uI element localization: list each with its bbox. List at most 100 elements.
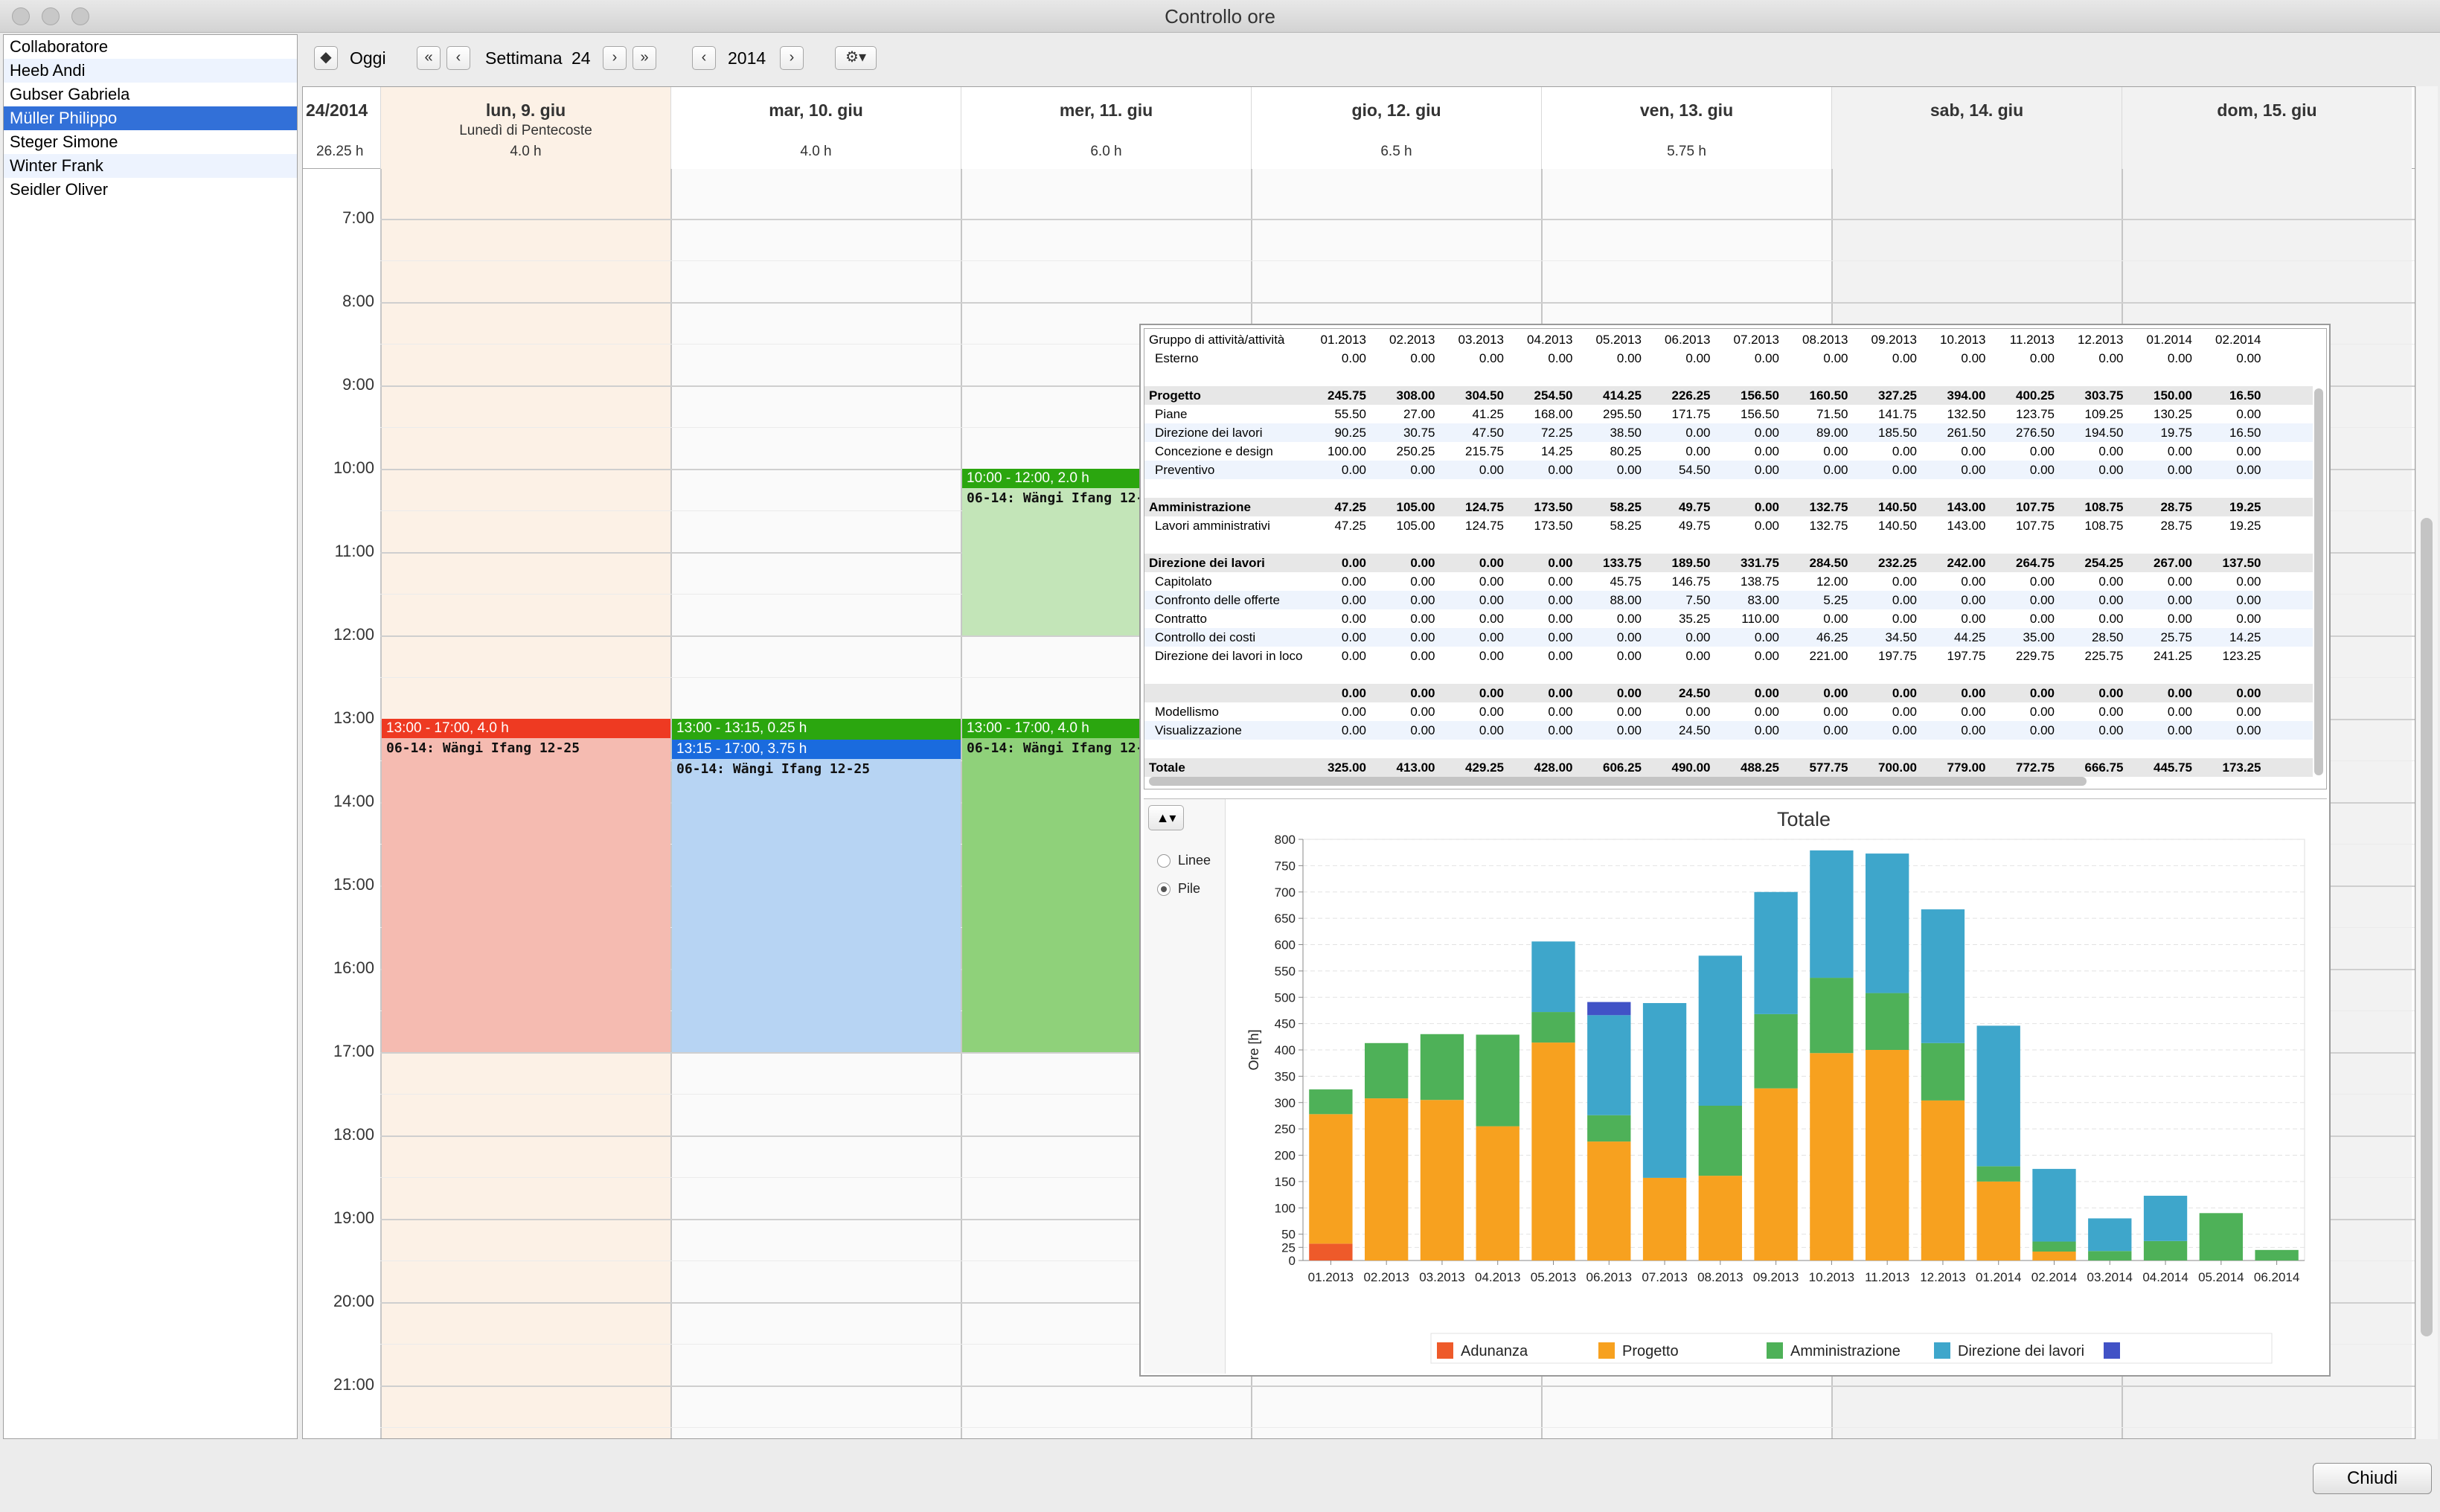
table-row[interactable]: Visualizzazione 0.00 0.00 0.00 0.00 0.00 24.50…: [1144, 721, 2313, 740]
day-header[interactable]: ven, 13. giu 5.75 h: [1541, 87, 1831, 169]
prev-year-button[interactable]: ‹: [692, 46, 716, 70]
table-row[interactable]: Direzione dei lavori 0.00 0.00 0.00 0.00 133.…: [1144, 554, 2313, 572]
table-cell: 414.25: [1603, 388, 1642, 403]
table-cell: 0.00: [1341, 705, 1366, 719]
calendar-event[interactable]: 13:00 - 17:00, 4.0 h 06-14: Wängi Ifang 1…: [382, 719, 670, 1053]
table-row[interactable]: Concezione e design 100.00 250.25 215.75 14.…: [1144, 442, 2313, 461]
table-row[interactable]: Modellismo 0.00 0.00 0.00 0.00 0.00 0.00 0.00 0.…: [1144, 702, 2313, 721]
close-button-label: Chiudi: [2346, 1468, 2398, 1488]
table-row[interactable]: Lavori amministrativi 47.25 105.00 124.75 17…: [1144, 516, 2313, 535]
table-cell: 130.25: [2154, 407, 2192, 421]
table-cell: 47.25: [1334, 500, 1366, 514]
employee-item[interactable]: Winter Frank: [4, 154, 297, 178]
day-name: gio, 12. giu: [1351, 100, 1441, 120]
table-horizontal-scrollbar[interactable]: [1149, 777, 2087, 786]
row-label: Amministrazione: [1149, 500, 1251, 514]
table-cell: 0.00: [1341, 574, 1366, 589]
table-row[interactable]: Controllo dei costi 0.00 0.00 0.00 0.00 0.00 0…: [1144, 628, 2313, 647]
table-cell: 221.00: [1809, 649, 1848, 663]
zoom-window-button[interactable]: [71, 7, 89, 25]
table-row[interactable]: [1144, 740, 2313, 758]
table-cell: 197.75: [1947, 649, 1986, 663]
x-tick-label: 03.2013: [1419, 1270, 1464, 1284]
next-fast-button[interactable]: »: [633, 46, 656, 70]
row-label: Piane: [1155, 407, 1188, 421]
settings-button[interactable]: ⚙▾: [835, 46, 877, 70]
hour-line: [380, 302, 2415, 304]
table-cell: 0.00: [1548, 723, 1573, 737]
table-row[interactable]: Totale 325.00 413.00 429.25 428.00 606.25 490.…: [1144, 758, 2313, 777]
table-cell: 0.00: [1548, 593, 1573, 607]
table-row[interactable]: Contratto 0.00 0.00 0.00 0.00 0.00 35.25 110.00…: [1144, 609, 2313, 628]
day-hours: 4.0 h: [800, 144, 832, 159]
lines-radio[interactable]: [1157, 854, 1171, 868]
today-button[interactable]: ◆: [314, 46, 338, 70]
table-cell: 0.00: [1754, 444, 1779, 458]
today-label[interactable]: Oggi: [350, 46, 386, 70]
table-cell: 0.00: [2029, 612, 2055, 626]
table-row[interactable]: [1144, 665, 2313, 684]
employee-item[interactable]: Müller Philippo: [4, 106, 297, 130]
chart-controls: ▲▾ Linee Pile: [1144, 799, 1226, 1374]
bar-segment: [1587, 1115, 1631, 1142]
table-cell: 428.00: [1534, 760, 1573, 775]
employee-item[interactable]: Seidler Oliver: [4, 178, 297, 202]
chevron-right-icon: ›: [789, 49, 795, 65]
bar-segment: [1921, 909, 1965, 1043]
day-header[interactable]: sab, 14. giu: [1831, 87, 2122, 169]
table-row[interactable]: Capitolato 0.00 0.00 0.00 0.00 45.75 146.75 138…: [1144, 572, 2313, 591]
table-cell: 16.50: [2229, 426, 2261, 440]
table-cell: 0.00: [1961, 723, 1986, 737]
row-label: Preventivo: [1155, 463, 1215, 477]
table-row[interactable]: Confronto delle offerte 0.00 0.00 0.00 0.00 8…: [1144, 591, 2313, 609]
table-cell: 577.75: [1809, 760, 1848, 775]
table-row[interactable]: Gruppo di attività/attività 01.2013 02.201…: [1144, 330, 2313, 349]
calendar-scrollbar[interactable]: [2415, 86, 2438, 1439]
table-row[interactable]: [1144, 368, 2313, 386]
table-row[interactable]: Esterno 0.00 0.00 0.00 0.00 0.00 0.00 0.00 0.00 0…: [1144, 349, 2313, 368]
table-cell: 55.50: [1334, 407, 1366, 421]
day-header[interactable]: lun, 9. giu Lunedì di Pentecoste 4.0 h: [380, 87, 670, 169]
chart-type-button[interactable]: ▲▾: [1148, 805, 1184, 830]
minimize-window-button[interactable]: [42, 7, 60, 25]
stacked-radio[interactable]: [1157, 882, 1171, 896]
scroll-thumb[interactable]: [2421, 518, 2433, 1336]
table-row[interactable]: [1144, 479, 2313, 498]
prev-week-button[interactable]: ‹: [446, 46, 470, 70]
day-header[interactable]: mar, 10. giu 4.0 h: [670, 87, 961, 169]
close-window-button[interactable]: [12, 7, 30, 25]
close-button[interactable]: Chiudi: [2313, 1463, 2432, 1494]
time-label: 7:00: [342, 208, 374, 228]
calendar-event[interactable]: 13:00 - 13:15, 0.25 h: [672, 719, 961, 740]
day-header[interactable]: dom, 15. giu: [2122, 87, 2412, 169]
bar-segment: [1420, 1034, 1464, 1101]
table-vertical-scrollbar[interactable]: [2314, 388, 2323, 775]
day-header[interactable]: gio, 12. giu 6.5 h: [1251, 87, 1541, 169]
table-row[interactable]: Piane 55.50 27.00 41.25 168.00 295.50 171.75 15…: [1144, 405, 2313, 423]
table-row[interactable]: Direzione dei lavori 90.25 30.75 47.50 72.25…: [1144, 423, 2313, 442]
employee-item[interactable]: Gubser Gabriela: [4, 83, 297, 106]
calendar-event[interactable]: 13:15 - 17:00, 3.75 h 06-14: Wängi Ifang …: [672, 740, 961, 1053]
window: Controllo ore Collaboratore Heeb Andi Gub…: [0, 0, 2440, 1512]
employee-item[interactable]: Heeb Andi: [4, 59, 297, 83]
table-row[interactable]: Amministrazione 47.25 105.00 124.75 173.50 58…: [1144, 498, 2313, 516]
table-row[interactable]: 0.00 0.00 0.00 0.00 0.00 24.50 0.00 0.00 0.00 0.0…: [1144, 684, 2313, 702]
employee-list: Collaboratore Heeb Andi Gubser Gabriela Mü…: [3, 34, 298, 1439]
table-row[interactable]: Preventivo 0.00 0.00 0.00 0.00 0.00 54.50 0.00 0…: [1144, 461, 2313, 479]
next-year-button[interactable]: ›: [780, 46, 804, 70]
table-cell: 0.00: [1961, 593, 1986, 607]
table-cell: 0.00: [1616, 463, 1642, 477]
prev-fast-button[interactable]: «: [417, 46, 441, 70]
table-cell: 01.2014: [2146, 333, 2192, 347]
table-row[interactable]: Direzione dei lavori in loco 0.00 0.00 0.00…: [1144, 647, 2313, 665]
table-cell: 168.00: [1534, 407, 1573, 421]
table-cell: 90.25: [1334, 426, 1366, 440]
employee-item[interactable]: Steger Simone: [4, 130, 297, 154]
next-week-button[interactable]: ›: [603, 46, 627, 70]
table-row[interactable]: [1144, 535, 2313, 554]
day-header[interactable]: mer, 11. giu 6.0 h: [961, 87, 1251, 169]
table-cell: 0.00: [1892, 723, 1917, 737]
table-cell: 0.00: [1892, 351, 1917, 365]
table-cell: 0.00: [2167, 574, 2192, 589]
table-row[interactable]: Progetto 245.75 308.00 304.50 254.50 414.25 22…: [1144, 386, 2313, 405]
